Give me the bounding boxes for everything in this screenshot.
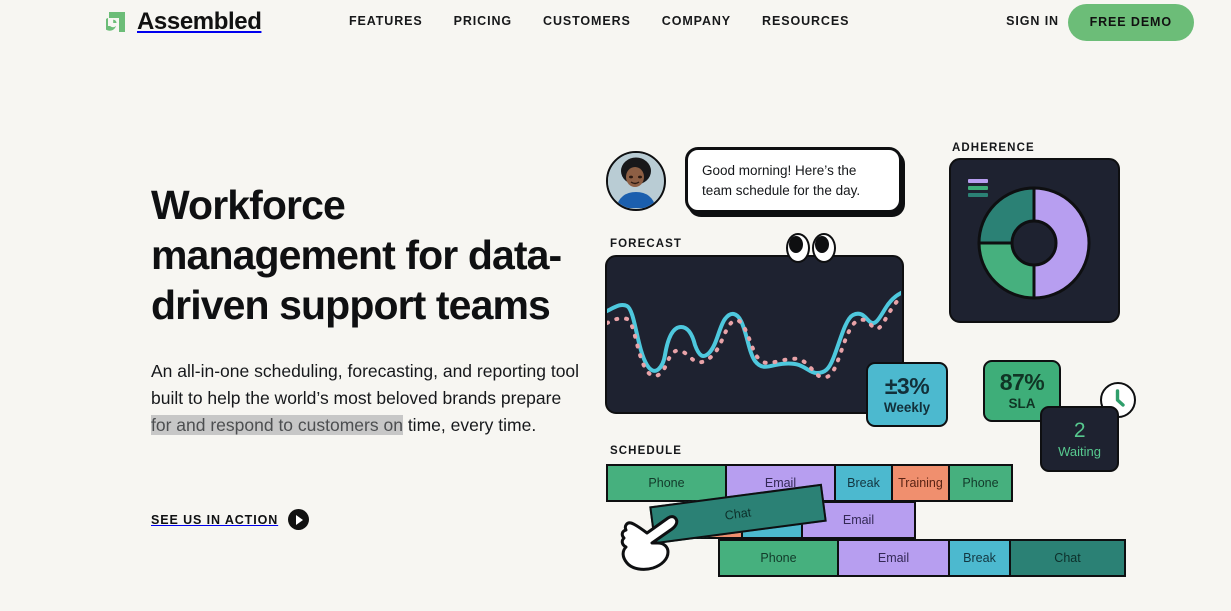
subcopy-part-1: An all-in-one scheduling, forecasting, a… bbox=[151, 361, 580, 408]
brand-logo[interactable]: Assembled bbox=[103, 8, 262, 36]
badge-weekly-label: Weekly bbox=[883, 399, 931, 415]
eye-right bbox=[812, 233, 836, 263]
brand-name: Assembled bbox=[137, 8, 262, 35]
sign-in-link[interactable]: SIGN IN bbox=[1006, 14, 1059, 28]
adherence-label: ADHERENCE bbox=[952, 142, 1035, 154]
see-us-in-action-link[interactable]: SEE US IN ACTION bbox=[151, 509, 310, 530]
badge-sla-label: SLA bbox=[1008, 396, 1036, 411]
nav-item-company[interactable]: COMPANY bbox=[662, 14, 731, 28]
assembled-logo-icon bbox=[103, 11, 128, 33]
schedule-segment-email[interactable]: Email bbox=[839, 541, 950, 575]
forecast-chart bbox=[607, 291, 902, 380]
free-demo-button[interactable]: FREE DEMO bbox=[1067, 4, 1194, 41]
forecast-label: FORECAST bbox=[610, 238, 683, 250]
speech-bubble-text: Good morning! Here’s the team schedule f… bbox=[702, 163, 861, 198]
schedule-segment-phone[interactable]: Phone bbox=[720, 541, 839, 575]
badge-waiting-value: 2 bbox=[1073, 419, 1086, 442]
badge-weekly-value: ±3% bbox=[884, 372, 930, 399]
schedule-segment-break[interactable]: Break bbox=[836, 466, 893, 500]
nav-item-features[interactable]: FEATURES bbox=[349, 14, 423, 28]
hero-copy: Workforce management for data-driven sup… bbox=[151, 180, 591, 439]
badge-waiting-label: Waiting bbox=[1058, 444, 1101, 459]
page-title: Workforce management for data-driven sup… bbox=[151, 182, 562, 328]
avatar bbox=[606, 151, 666, 211]
play-circle-icon[interactable] bbox=[288, 509, 310, 530]
schedule-label: SCHEDULE bbox=[610, 445, 683, 457]
schedule-row: Phone Email Break Chat bbox=[718, 539, 1126, 577]
schedule-segment-phone[interactable]: Phone bbox=[608, 466, 727, 500]
cta-label: SEE US IN ACTION bbox=[151, 512, 279, 527]
subcopy-part-2: time, every time. bbox=[402, 415, 537, 435]
hero-subcopy: An all-in-one scheduling, forecasting, a… bbox=[151, 358, 581, 439]
eye-left bbox=[786, 233, 810, 263]
main-nav: FEATURES PRICING CUSTOMERS COMPANY RESOU… bbox=[349, 14, 849, 28]
badge-waiting: 2 Waiting bbox=[1040, 406, 1119, 472]
badge-weekly: ±3% Weekly bbox=[866, 362, 948, 427]
pointing-hand-cursor-icon bbox=[618, 513, 684, 573]
adherence-donut-chart bbox=[977, 186, 1091, 300]
schedule-segment-phone[interactable]: Phone bbox=[950, 466, 1011, 500]
schedule-segment-chat[interactable]: Chat bbox=[1011, 541, 1124, 575]
adherence-panel bbox=[949, 158, 1120, 323]
schedule-segment-break[interactable]: Break bbox=[950, 541, 1011, 575]
nav-item-customers[interactable]: CUSTOMERS bbox=[543, 14, 631, 28]
nav-item-pricing[interactable]: PRICING bbox=[454, 14, 512, 28]
googly-eyes-icon bbox=[786, 233, 836, 263]
site-header: Assembled FEATURES PRICING CUSTOMERS COM… bbox=[0, 0, 1231, 46]
speech-bubble: Good morning! Here’s the team schedule f… bbox=[685, 147, 902, 213]
badge-sla-value: 87% bbox=[999, 369, 1045, 395]
subcopy-selected-text: for and respond to customers on bbox=[151, 415, 403, 435]
landing-page: Assembled FEATURES PRICING CUSTOMERS COM… bbox=[0, 0, 1231, 611]
nav-item-resources[interactable]: RESOURCES bbox=[762, 14, 849, 28]
schedule-segment-training[interactable]: Training bbox=[893, 466, 950, 500]
forecast-panel bbox=[605, 255, 904, 414]
dragged-chat-label: Chat bbox=[723, 505, 753, 523]
legend-swatch-1 bbox=[968, 179, 988, 183]
